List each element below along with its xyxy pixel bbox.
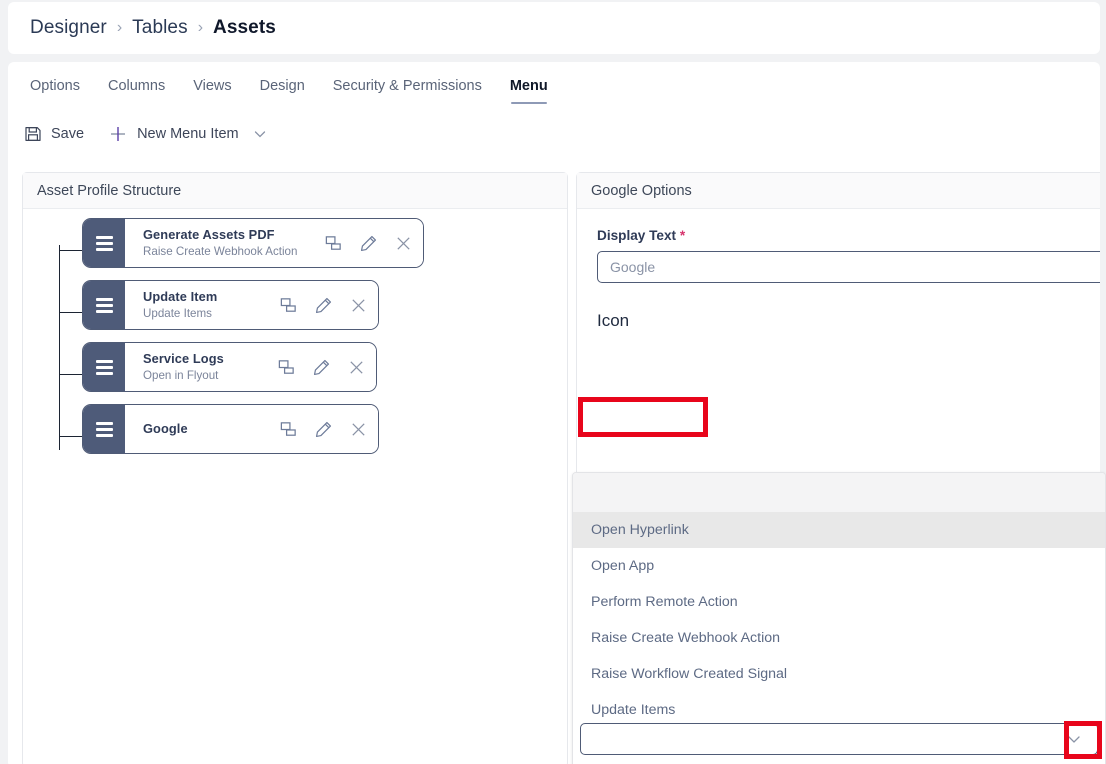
close-x-icon[interactable] (394, 234, 413, 253)
menu-item-tree: Generate Assets PDF Raise Create Webhook… (23, 210, 567, 764)
tree-branch-line (59, 436, 83, 437)
close-x-icon[interactable] (349, 296, 368, 315)
tree-row: Generate Assets PDF Raise Create Webhook… (23, 219, 567, 281)
right-panel-header: Google Options (577, 173, 1100, 209)
left-panel-body: Generate Assets PDF Raise Create Webhook… (23, 210, 567, 764)
close-x-icon[interactable] (347, 358, 366, 377)
tree-row: Google (23, 405, 567, 467)
breadcrumb: Designer › Tables › Assets (8, 2, 1100, 54)
menu-item-card[interactable]: Google (83, 405, 378, 453)
display-text-input[interactable] (597, 251, 1100, 283)
tab-options[interactable]: Options (16, 72, 94, 104)
menu-item-actions (279, 296, 368, 315)
menu-item-text: Update Item Update Items (143, 289, 217, 320)
tab-columns[interactable]: Columns (94, 72, 179, 104)
menu-item-card-body: Google (125, 405, 378, 453)
breadcrumb-separator-1: › (116, 19, 123, 36)
tree-row: Service Logs Open in Flyout (23, 343, 567, 405)
breadcrumb-item-assets: Assets (213, 17, 276, 38)
action-type-dropdown-list[interactable]: Open Hyperlink Open App Perform Remote A… (572, 472, 1106, 764)
menu-item-title: Service Logs (143, 351, 224, 367)
asset-profile-structure-panel: Asset Profile Structure Generate Assets … (22, 172, 568, 764)
menu-item-card-body: Update Item Update Items (125, 281, 378, 329)
dropdown-option-open-hyperlink[interactable]: Open Hyperlink (573, 512, 1105, 548)
menu-item-actions (279, 420, 368, 439)
breadcrumb-item-tables[interactable]: Tables (132, 17, 188, 39)
menu-item-text: Service Logs Open in Flyout (143, 351, 224, 382)
tab-menu[interactable]: Menu (496, 72, 562, 104)
new-menu-item-label: New Menu Item (137, 126, 239, 142)
new-menu-item-button[interactable]: New Menu Item (104, 120, 272, 148)
hamburger-grip-icon[interactable] (83, 405, 125, 453)
duplicate-icon[interactable] (277, 358, 296, 377)
pencil-icon[interactable] (314, 296, 333, 315)
tree-branch-line (59, 374, 83, 375)
icon-section-title: Icon (597, 311, 630, 330)
tree-branch-line (59, 312, 83, 313)
menu-item-card-body: Service Logs Open in Flyout (125, 343, 376, 391)
menu-item-actions (277, 358, 366, 377)
hamburger-grip-icon[interactable] (83, 343, 125, 391)
dropdown-option-raise-workflow-created-signal[interactable]: Raise Workflow Created Signal (573, 656, 1105, 692)
menu-item-title: Update Item (143, 289, 218, 305)
menu-item-title: Google (143, 421, 188, 437)
menu-item-text: Google (143, 421, 188, 436)
tab-security-permissions[interactable]: Security & Permissions (319, 72, 496, 104)
pencil-icon[interactable] (312, 358, 331, 377)
menu-item-subtitle: Update Items (143, 306, 212, 320)
dropdown-option-raise-create-webhook-action[interactable]: Raise Create Webhook Action (573, 620, 1105, 656)
dropdown-blank-row[interactable] (573, 473, 1105, 512)
tab-views[interactable]: Views (179, 72, 245, 104)
breadcrumb-item-designer[interactable]: Designer (30, 17, 107, 39)
duplicate-icon[interactable] (279, 296, 298, 315)
pencil-icon[interactable] (314, 420, 333, 439)
tab-design[interactable]: Design (246, 72, 319, 104)
tree-row: Update Item Update Items (23, 281, 567, 343)
required-marker: * (679, 228, 686, 243)
save-label: Save (51, 126, 85, 142)
menu-item-title: Generate Assets PDF (143, 227, 275, 243)
breadcrumb-separator-2: › (197, 19, 204, 36)
tree-branch-line (59, 250, 83, 251)
app-root: Designer › Tables › Assets Options Colum… (0, 0, 1106, 764)
floppy-disk-icon (24, 125, 42, 143)
hamburger-grip-icon[interactable] (83, 281, 125, 329)
menu-item-subtitle: Open in Flyout (143, 368, 219, 382)
right-panel-title: Google Options (591, 182, 692, 199)
chevron-down-icon[interactable] (252, 126, 268, 142)
toolbar: Save New Menu Item (20, 120, 272, 148)
duplicate-icon[interactable] (324, 234, 343, 253)
pencil-icon[interactable] (359, 234, 378, 253)
menu-item-card-body: Generate Assets PDF Raise Create Webhook… (125, 219, 423, 267)
close-x-icon[interactable] (349, 420, 368, 439)
dropdown-option-open-app[interactable]: Open App (573, 548, 1105, 584)
menu-item-actions (324, 234, 413, 253)
left-panel-title: Asset Profile Structure (37, 182, 182, 199)
display-text-label-text: Display Text (597, 228, 677, 243)
save-button[interactable]: Save (20, 121, 88, 147)
chevron-down-icon[interactable] (1065, 730, 1083, 748)
action-type-select[interactable] (580, 723, 1098, 755)
dropdown-option-perform-remote-action[interactable]: Perform Remote Action (573, 584, 1105, 620)
duplicate-icon[interactable] (279, 420, 298, 439)
menu-item-card[interactable]: Generate Assets PDF Raise Create Webhook… (83, 219, 423, 267)
tab-bar: Options Columns Views Design Security & … (16, 72, 562, 104)
menu-item-text: Generate Assets PDF Raise Create Webhook… (143, 227, 297, 258)
left-panel-header: Asset Profile Structure (23, 173, 567, 209)
menu-item-subtitle: Raise Create Webhook Action (143, 244, 298, 258)
display-text-label: Display Text * (597, 228, 1100, 243)
menu-item-card[interactable]: Update Item Update Items (83, 281, 378, 329)
hamburger-grip-icon[interactable] (83, 219, 125, 267)
plus-icon (108, 124, 128, 144)
menu-item-card[interactable]: Service Logs Open in Flyout (83, 343, 376, 391)
